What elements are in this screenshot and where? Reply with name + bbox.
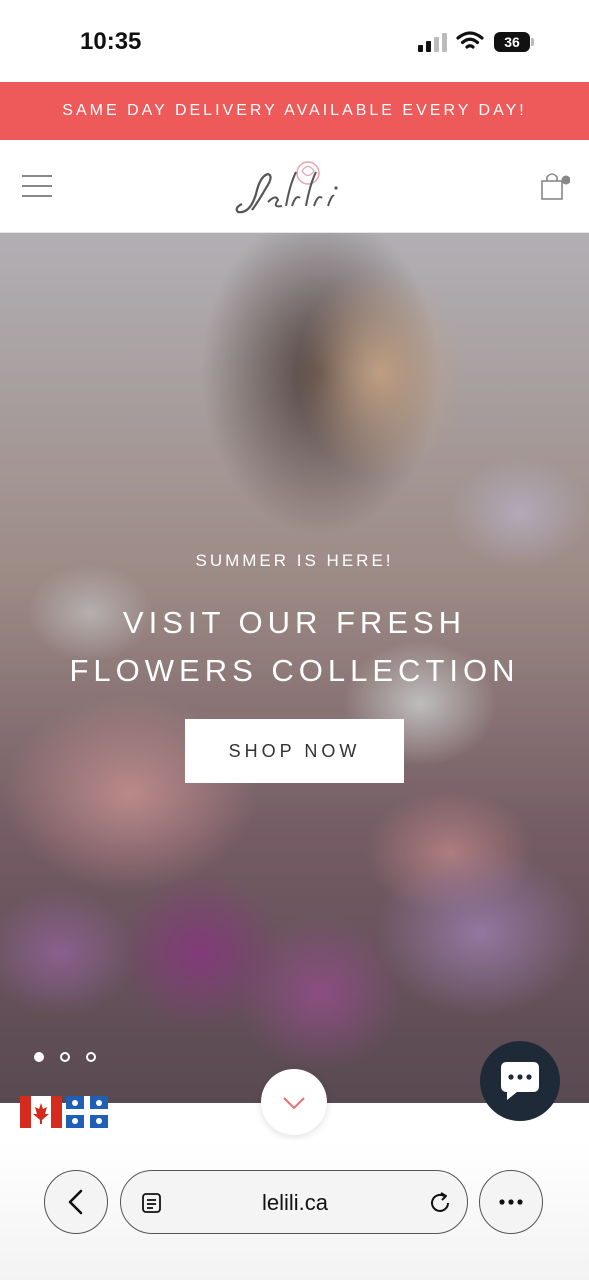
shop-now-button[interactable]: SHOP NOW <box>185 719 404 783</box>
battery-icon: 36 <box>494 32 530 52</box>
slide-dot-1[interactable] <box>34 1052 44 1062</box>
address-bar[interactable]: lelili.ca <box>120 1170 468 1234</box>
chat-bubble-icon <box>501 1062 539 1100</box>
quebec-flag-icon[interactable] <box>66 1096 108 1128</box>
signal-icon <box>418 33 447 52</box>
slide-dots <box>34 1052 96 1066</box>
chat-button[interactable] <box>480 1041 560 1121</box>
hero-title-line-2: FLOWERS COLLECTION <box>69 653 520 688</box>
battery-tip <box>531 38 534 46</box>
hamburger-menu-button[interactable] <box>22 175 52 197</box>
scroll-down-button[interactable] <box>261 1069 327 1135</box>
hero-subtitle: SUMMER IS HERE! <box>195 551 394 570</box>
back-chevron-icon <box>68 1189 83 1215</box>
hero-title: VISIT OUR FRESH FLOWERS COLLECTION <box>0 599 589 695</box>
browser-toolbar: lelili.ca <box>0 1140 589 1280</box>
status-bar: 10:35 36 <box>0 0 589 82</box>
reload-icon[interactable] <box>427 1190 453 1216</box>
slide-dot-2[interactable] <box>60 1052 70 1062</box>
cart-button[interactable] <box>540 170 571 204</box>
back-button[interactable] <box>44 1170 108 1234</box>
site-header <box>0 140 589 233</box>
hero-banner: SUMMER IS HERE! VISIT OUR FRESH FLOWERS … <box>0 233 589 1103</box>
more-button[interactable] <box>479 1170 543 1234</box>
url-text: lelili.ca <box>261 1190 329 1215</box>
slide-dot-3[interactable] <box>86 1052 96 1062</box>
more-icon <box>499 1199 523 1205</box>
status-time: 10:35 <box>80 28 142 55</box>
shopping-bag-icon <box>541 173 571 200</box>
canada-flag-icon[interactable] <box>20 1096 62 1128</box>
wifi-icon <box>456 31 484 49</box>
lelili-logo[interactable] <box>228 154 362 218</box>
hero-title-line-1: VISIT OUR FRESH <box>122 605 467 640</box>
promo-banner: SAME DAY DELIVERY AVAILABLE EVERY DAY! <box>0 82 589 140</box>
chevron-down-icon <box>283 1097 305 1110</box>
